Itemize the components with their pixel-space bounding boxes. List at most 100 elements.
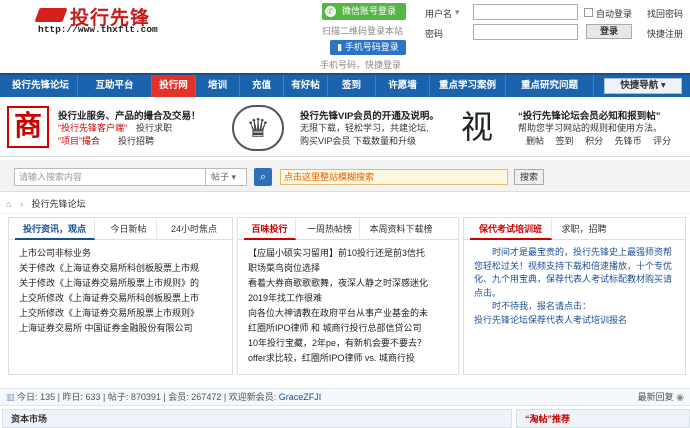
password-label: 密码 xyxy=(425,29,444,39)
promo3-link-points[interactable]: 积分 xyxy=(585,136,603,146)
nav-item-forum[interactable]: 投行先锋论坛 xyxy=(4,75,78,97)
search-icon[interactable]: ⌕ xyxy=(254,168,272,186)
nav-item-training[interactable]: 培训 xyxy=(196,75,240,97)
tab-weekly-hot[interactable]: 一周热帖榜 xyxy=(300,218,360,240)
tab-jobs[interactable]: 求职，招聘 xyxy=(554,218,614,240)
shi-badge-icon[interactable]: 视 xyxy=(457,105,497,149)
search-bar: 请输入搜索内容 帖子 ▾ ⌕ 点击这里整站模糊搜索 搜索 xyxy=(0,160,690,192)
list-item[interactable]: offer求比较，红圈所IPO律师 vs. 城商行投 xyxy=(248,351,448,366)
promo1-title[interactable]: 投行业服务、产品的撮合及交易！ xyxy=(58,108,223,122)
tab-news[interactable]: 投行资讯，观点 xyxy=(15,218,95,240)
username-type-icon[interactable]: ▾ xyxy=(455,7,460,18)
wechat-login-button[interactable]: ✆ 微信账号登录 xyxy=(322,3,406,20)
fulltext-search-link[interactable]: 点击这里整站模糊搜索 xyxy=(280,169,508,185)
search-type-select[interactable]: 帖子 ▾ xyxy=(205,168,247,186)
promo2-line2[interactable]: 购买VIP会员 下载数量和升级 xyxy=(300,135,450,148)
promo1-link-hiring[interactable]: 投行招聘 xyxy=(118,136,154,146)
qr-login-hint[interactable]: 扫描二维码登录本站 xyxy=(322,24,403,37)
home-icon[interactable]: ⌂ xyxy=(6,199,11,209)
tab-baiwei[interactable]: 百味投行 xyxy=(244,218,296,240)
password-input[interactable] xyxy=(473,24,578,40)
list-item[interactable]: 职场菜鸟岗位选择 xyxy=(248,261,448,276)
tab-24h[interactable]: 24小时焦点 xyxy=(159,218,229,240)
breadcrumb-current[interactable]: 投行先锋论坛 xyxy=(31,199,85,209)
tab-exam-training[interactable]: 保代考试培训班 xyxy=(470,218,552,240)
list-item[interactable]: 【应届小硕实习留用】前10投行还是前3信托 xyxy=(248,246,448,261)
list-item[interactable]: 关于修改《上海证券交易所科创板股票上市规 xyxy=(19,261,222,276)
promo1-link-match[interactable]: “项目”撮合 xyxy=(58,136,100,146)
list-item[interactable]: 上交所修改《上海证券交易所股票上市规则》 xyxy=(19,306,222,321)
list-item[interactable]: 上市公司非标业务 xyxy=(19,246,222,261)
quick-nav-button[interactable]: 快捷导航 ▾ xyxy=(604,78,682,94)
promo3-title[interactable]: “投行先锋论坛会员必知和报到帖” xyxy=(518,108,690,122)
list-item[interactable]: 红圈所IPO律师 和 城商行投行总部信贷公司 xyxy=(248,321,448,336)
username-label: 用户名 xyxy=(425,9,453,19)
wechat-icon: ✆ xyxy=(325,6,336,17)
stats-welcome: 欢迎新会员: xyxy=(228,392,277,402)
tab-weekly-downloads[interactable]: 本周资料下载榜 xyxy=(362,218,440,240)
logo-flag-icon xyxy=(34,8,68,22)
training-signup-hint: 时不待我，报名请点击： xyxy=(474,301,592,311)
nav-item-checkin[interactable]: 签到 xyxy=(328,75,376,97)
training-signup-link[interactable]: 投行先锋论坛保荐代表人考试培训报名 xyxy=(464,314,685,328)
promo1-link-client[interactable]: “投行先锋客户端” xyxy=(58,123,127,133)
phone-login-hint: 手机号码，快捷登录 xyxy=(320,60,402,70)
promo2-title[interactable]: 投行先锋VIP会员的开通及说明。 xyxy=(300,108,450,122)
list-item[interactable]: 向各位大神请教在政府平台从事产业基金的未 xyxy=(248,306,448,321)
phone-login-button[interactable]: ▮ 手机号码登录 xyxy=(330,40,406,55)
stats-icon: ▥ xyxy=(6,392,15,402)
rss-icon: ◉ xyxy=(676,392,684,402)
list-item[interactable]: 上海证券交易所 中国证券金融股份有限公司 xyxy=(19,321,222,336)
nav-item-recharge[interactable]: 充值 xyxy=(240,75,284,97)
hot-panel: 百味投行 一周热帖榜 本周资料下载榜 【应届小硕实习留用】前10投行还是前3信托… xyxy=(237,217,459,375)
promo3-link-delete[interactable]: 删帖 xyxy=(526,136,544,146)
shang-badge-icon[interactable]: 商 xyxy=(7,106,49,148)
nav-item-cases[interactable]: 重点学习案例 xyxy=(430,75,506,97)
latest-replies-link[interactable]: 最新回复 ◉ xyxy=(638,389,684,406)
newest-member-link[interactable]: GraceZFJI xyxy=(279,392,322,402)
register-link[interactable]: 快捷注册 xyxy=(647,27,683,40)
list-item[interactable]: 10年投行宝藏，2年pe，有新机会要不要去？ xyxy=(248,336,448,351)
news-panel: 投行资讯，观点 今日新帖 24小时焦点 上市公司非标业务 关于修改《上海证券交易… xyxy=(8,217,233,375)
stats-members: 267472 xyxy=(191,392,222,402)
nav-item-mutual[interactable]: 互助平台 xyxy=(78,75,152,97)
auto-login-label: 自动登录 xyxy=(596,9,633,19)
nav-item-touhang[interactable]: 投行网 xyxy=(152,75,196,97)
promo1-link-jobseek[interactable]: 投行求职 xyxy=(136,123,172,133)
stats-yesterday: 633 xyxy=(85,392,101,402)
stats-posts-label: 帖子: xyxy=(107,392,129,402)
search-button[interactable]: 搜索 xyxy=(514,169,544,185)
main-nav: 投行先锋论坛 互助平台 投行网 培训 充值 有好帖 签到 许愿墙 重点学习案例 … xyxy=(0,73,690,97)
promo3-link-checkin[interactable]: 签到 xyxy=(556,136,574,146)
list-item[interactable]: 关于修改《上海证券交易所股票上市规则》的 xyxy=(19,276,222,291)
forgot-password-link[interactable]: 找回密码 xyxy=(647,7,683,20)
site-url: http://www.thxflt.com xyxy=(38,24,158,35)
nav-item-wishwall[interactable]: 许愿墙 xyxy=(376,75,430,97)
list-item[interactable]: 看着大券商歌歌歌舞，夜深人静之时深感迷化 xyxy=(248,276,448,291)
promo3-link-rate[interactable]: 评分 xyxy=(653,136,671,146)
promo3-line1: 帮助您学习网站的规则和使用方法。 xyxy=(518,123,663,133)
search-input[interactable]: 请输入搜索内容 xyxy=(14,168,206,186)
phone-icon: ▮ xyxy=(337,42,345,52)
list-item[interactable]: 2019年找工作很难 xyxy=(248,291,448,306)
forum-stats: ▥ 今日: 135 | 昨日: 633 | 帖子: 870391 | 会员: 2… xyxy=(0,388,690,406)
tab-today[interactable]: 今日新帖 xyxy=(101,218,157,240)
login-button[interactable]: 登录 xyxy=(586,24,632,39)
capital-market-header[interactable]: 资本市场 xyxy=(2,409,512,428)
promo2-line1: 无限下载，轻松学习，共建论坛, xyxy=(300,123,429,133)
nav-item-problems[interactable]: 重点研究问题 xyxy=(506,75,594,97)
list-item[interactable]: 上交所修改《上海证券交易所科创板股票上市 xyxy=(19,291,222,306)
stats-posts: 870391 xyxy=(130,392,161,402)
promo3-link-coin[interactable]: 先锋币 xyxy=(615,136,642,146)
training-panel: 保代考试培训班 求职，招聘 时间才是最宝贵的，投行先锋史上最强师资帮您轻松过关！… xyxy=(463,217,686,375)
promo-banner: 商 投行业服务、产品的撮合及交易！ “投行先锋客户端” 投行求职 “项目”撮合 … xyxy=(0,99,690,157)
training-intro[interactable]: 时间才是最宝贵的，投行先锋史上最强师资帮您轻松过关！视频支持下载和倍速播放，十个… xyxy=(464,240,685,300)
auto-login-checkbox[interactable] xyxy=(584,8,593,17)
breadcrumb-separator: › xyxy=(19,199,23,209)
nav-item-goodposts[interactable]: 有好帖 xyxy=(284,75,328,97)
crown-badge-icon[interactable]: ♛ xyxy=(232,105,284,151)
username-input[interactable] xyxy=(473,4,578,20)
taotie-header[interactable]: “淘帖”推荐 xyxy=(516,409,690,428)
stats-yesterday-label: 昨日: xyxy=(62,392,83,402)
stats-today-label: 今日: xyxy=(17,392,38,402)
